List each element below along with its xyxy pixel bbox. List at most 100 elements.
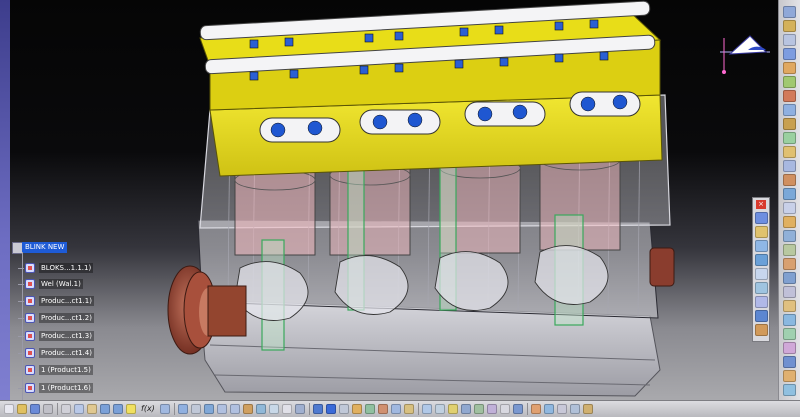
views-icon[interactable]	[256, 404, 266, 414]
clash-icon[interactable]	[391, 404, 401, 414]
chamfer-icon[interactable]	[783, 202, 796, 214]
render-icon[interactable]	[269, 404, 279, 414]
pocket-icon[interactable]	[783, 76, 796, 88]
tree-item[interactable]: 1 (Product1.6)	[18, 382, 93, 394]
tree-item[interactable]: Wel (Wal.1)	[18, 278, 83, 290]
tree-item[interactable]: Produc...ct1.3)	[18, 330, 94, 342]
cut-icon[interactable]	[61, 404, 71, 414]
tree-item[interactable]: Produc...ct1.1)	[18, 295, 94, 307]
redo-icon[interactable]	[113, 404, 123, 414]
publish-icon[interactable]	[557, 404, 567, 414]
tree-connector	[22, 252, 23, 400]
scene-icon[interactable]	[422, 404, 432, 414]
rotate-icon[interactable]	[204, 404, 214, 414]
copy-icon[interactable]	[74, 404, 84, 414]
update-icon[interactable]	[783, 384, 796, 396]
rib-icon[interactable]	[783, 132, 796, 144]
pencil-icon[interactable]	[755, 226, 768, 238]
transform-icon[interactable]	[783, 356, 796, 368]
measure-item-icon[interactable]	[513, 404, 523, 414]
thickness-icon[interactable]	[783, 244, 796, 256]
sketch-icon[interactable]	[783, 48, 796, 60]
open-icon[interactable]	[17, 404, 27, 414]
shaft-end-right	[649, 247, 675, 287]
save-icon[interactable]	[30, 404, 40, 414]
3d-viewport[interactable]: BLINK NEW BLOKS...1.1.1) Wel (Wal.1) Pro…	[10, 0, 778, 400]
draft-icon[interactable]	[783, 216, 796, 228]
fly-icon[interactable]	[487, 404, 497, 414]
normal-view-icon[interactable]	[243, 404, 253, 414]
save-icon[interactable]	[783, 6, 796, 18]
thread-icon[interactable]	[783, 258, 796, 270]
tree-root-node[interactable]: BLINK NEW	[22, 242, 68, 253]
manip-icon[interactable]	[365, 404, 375, 414]
remove-icon[interactable]	[783, 286, 796, 298]
scissors-icon[interactable]	[755, 212, 768, 224]
swap-icon[interactable]	[295, 404, 305, 414]
slot-icon[interactable]	[783, 146, 796, 158]
stiffener-icon[interactable]	[783, 160, 796, 172]
loft-icon[interactable]	[783, 174, 796, 186]
hide-icon[interactable]	[282, 404, 292, 414]
tree-item[interactable]: 1 (Product1.5)	[18, 364, 93, 376]
explode-icon[interactable]	[378, 404, 388, 414]
print-icon[interactable]	[43, 404, 53, 414]
light-icon[interactable]	[448, 404, 458, 414]
arc-icon[interactable]	[755, 296, 768, 308]
walk-icon[interactable]	[474, 404, 484, 414]
union-icon[interactable]	[783, 300, 796, 312]
part-icon	[25, 263, 35, 273]
analysis-icon[interactable]	[531, 404, 541, 414]
scale-icon[interactable]	[783, 342, 796, 354]
compass-icon[interactable]	[710, 22, 778, 82]
bottom-toolbar: f(x)	[0, 400, 800, 417]
spline-icon[interactable]	[755, 282, 768, 294]
camera-icon[interactable]	[461, 404, 471, 414]
plane-icon[interactable]	[783, 34, 796, 46]
formula-icon[interactable]: f(x)	[141, 404, 155, 414]
close-icon[interactable]: ×	[756, 200, 766, 209]
last-icon[interactable]	[583, 404, 593, 414]
paste-icon[interactable]	[87, 404, 97, 414]
render-style-icon[interactable]	[435, 404, 445, 414]
zoom-in-icon[interactable]	[217, 404, 227, 414]
zoom-out-icon[interactable]	[230, 404, 240, 414]
settings-icon[interactable]	[570, 404, 580, 414]
mirror-icon[interactable]	[783, 328, 796, 340]
engine-3d-model[interactable]	[10, 0, 778, 400]
part-icon	[25, 383, 35, 393]
groove-icon[interactable]	[783, 104, 796, 116]
circle-icon[interactable]	[755, 310, 768, 322]
hole-icon[interactable]	[783, 118, 796, 130]
pattern-icon[interactable]	[783, 314, 796, 326]
point-icon[interactable]	[755, 268, 768, 280]
measure-icon[interactable]	[326, 404, 336, 414]
measure-icon[interactable]	[783, 370, 796, 382]
snap-icon[interactable]	[339, 404, 349, 414]
tree-item[interactable]: BLOKS...1.1.1)	[18, 262, 94, 274]
axis-icon[interactable]	[755, 254, 768, 266]
compass-icon[interactable]	[178, 404, 188, 414]
pad-icon[interactable]	[783, 62, 796, 74]
project-icon[interactable]	[755, 324, 768, 336]
shell-icon[interactable]	[783, 230, 796, 242]
split-icon[interactable]	[783, 272, 796, 284]
undo-icon[interactable]	[100, 404, 110, 414]
sketch-tools-palette[interactable]: ×	[752, 197, 770, 342]
pan-icon[interactable]	[191, 404, 201, 414]
new-icon[interactable]	[4, 404, 14, 414]
tree-item[interactable]: Produc...ct1.4)	[18, 347, 94, 359]
shaft-icon[interactable]	[783, 90, 796, 102]
section-icon[interactable]	[404, 404, 414, 414]
line-icon[interactable]	[755, 240, 768, 252]
grid-icon[interactable]	[500, 404, 510, 414]
tree-item[interactable]: Produc...ct1.2)	[18, 312, 94, 324]
help-icon[interactable]	[126, 404, 136, 414]
fillet-icon[interactable]	[783, 188, 796, 200]
axis-icon[interactable]	[313, 404, 323, 414]
material-icon[interactable]	[544, 404, 554, 414]
catalog-icon[interactable]	[160, 404, 170, 414]
constraint-icon[interactable]	[352, 404, 362, 414]
part-icon	[25, 279, 35, 289]
lock-icon[interactable]	[783, 20, 796, 32]
